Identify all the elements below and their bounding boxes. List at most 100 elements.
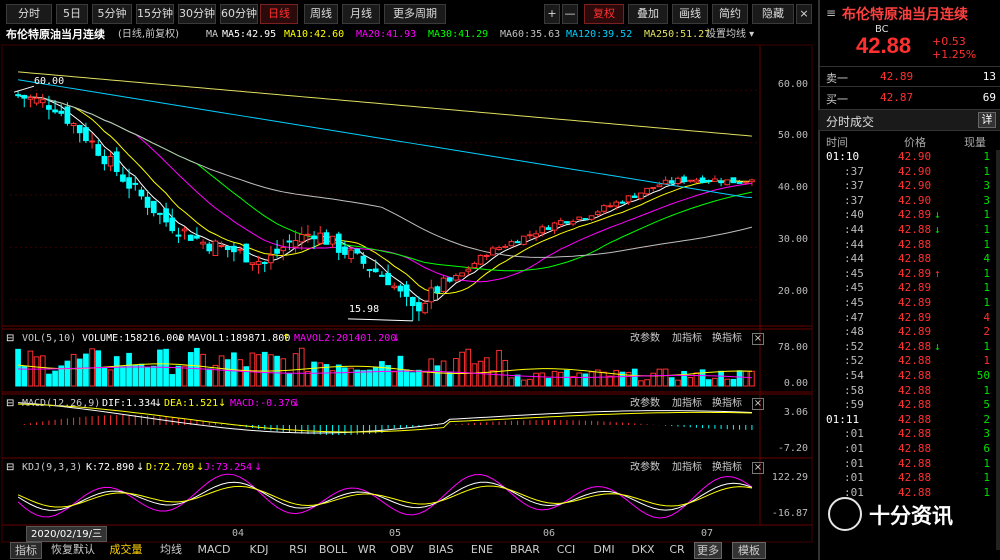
vol-edit-params-button[interactable]: 改参数 — [630, 331, 660, 347]
kdj-add-indicator-button[interactable]: 加指标 — [672, 460, 702, 476]
volume-bar — [502, 359, 509, 387]
candle-body — [638, 192, 644, 199]
indicator-tab-14[interactable]: DMI — [586, 542, 622, 559]
indicator-tab-18[interactable]: 模板 — [732, 542, 766, 559]
indicator-tab-4[interactable]: MACD — [192, 542, 236, 559]
kdj-switch-indicator-button[interactable]: 换指标 — [712, 460, 742, 476]
kdj-edit-params-button[interactable]: 改参数 — [630, 460, 660, 476]
candle-body — [490, 247, 496, 256]
indicator-tab-2[interactable]: 成交量 — [104, 542, 148, 559]
candle-body — [385, 272, 391, 286]
vol-collapse-button[interactable]: ⊟ — [6, 331, 14, 347]
volume-bar — [360, 370, 367, 387]
trade-volume: 3 — [983, 193, 990, 207]
macd-edit-params-button[interactable]: 改参数 — [630, 396, 660, 412]
indicator-tab-1[interactable]: 恢复默认 — [46, 542, 100, 559]
indicator-tab-16[interactable]: CR — [664, 542, 690, 559]
volume-bar — [280, 358, 287, 387]
vol-tick: 78.00 — [777, 342, 808, 353]
candle-body — [397, 285, 404, 292]
trade-volume: 1 — [983, 164, 990, 178]
indicator-tab-17[interactable]: 更多 — [694, 542, 722, 559]
volume-bar — [249, 352, 256, 387]
candle-body — [502, 245, 509, 249]
trade-price: 42.89 — [898, 296, 932, 309]
volume-bar — [175, 365, 182, 387]
high-pointer — [13, 85, 35, 93]
sell-volume: 13 — [982, 70, 996, 83]
indicator-tab-8[interactable]: WR — [352, 542, 382, 559]
candle-body — [243, 243, 250, 263]
trade-volume: 1 — [983, 383, 990, 397]
volume-bar — [514, 374, 521, 387]
trade-row: :44 42.88 1 — [818, 238, 1000, 253]
candle-body — [533, 233, 539, 238]
vol-name: VOL(5,10) — [22, 333, 77, 344]
candle-body — [557, 220, 564, 225]
indicator-tab-10[interactable]: BIAS — [422, 542, 460, 559]
volume-bar — [255, 354, 262, 387]
high-annotation: 60.00 — [34, 76, 65, 87]
trades-detail-button[interactable]: 详 — [978, 112, 996, 128]
trade-row: 01:10 42.90 1 — [818, 150, 1000, 165]
menu-icon[interactable]: ≡ — [826, 6, 840, 22]
time-tick: 04 — [232, 528, 245, 539]
candle-body — [527, 234, 533, 237]
macd-switch-indicator-button[interactable]: 换指标 — [712, 396, 742, 412]
vol-switch-indicator-button[interactable]: 换指标 — [712, 331, 742, 347]
trades-scrollbar[interactable] — [996, 150, 1000, 550]
candle-body — [668, 180, 675, 184]
volume-bar — [422, 371, 428, 387]
volume-bar — [15, 348, 21, 387]
candle-body — [329, 235, 336, 245]
volume-bar — [33, 356, 40, 387]
indicator-tab-11[interactable]: ENE — [464, 542, 500, 559]
indicator-tab-6[interactable]: RSI — [282, 542, 314, 559]
macd-collapse-button[interactable]: ⊟ — [6, 396, 14, 412]
macd-tick: 3.06 — [783, 407, 808, 418]
trade-price: 42.90 — [898, 179, 932, 193]
indicator-tab-0[interactable]: 指标 — [10, 542, 42, 559]
indicator-tab-12[interactable]: BRAR — [504, 542, 546, 559]
trade-price: 42.88 — [898, 471, 932, 485]
kdj-collapse-button[interactable]: ⊟ — [6, 460, 14, 476]
sell-price: 42.89 — [880, 70, 914, 83]
ma-line-250 — [18, 71, 752, 137]
indicator-tab-15[interactable]: DKX — [626, 542, 660, 559]
indicator-tab-9[interactable]: OBV — [386, 542, 418, 559]
indicator-tab-7[interactable]: BOLL — [318, 542, 348, 559]
kdj-tick: -16.87 — [771, 508, 808, 519]
kdj-j: J:73.254 — [204, 462, 253, 473]
candle-body — [366, 269, 373, 272]
candle-body — [132, 182, 139, 185]
volume-bar — [126, 352, 132, 387]
macd-dif: DIF:1.334 — [102, 398, 157, 409]
vol-add-indicator-button[interactable]: 加指标 — [672, 331, 702, 347]
macd-add-indicator-button[interactable]: 加指标 — [672, 396, 702, 412]
candle-body — [699, 177, 706, 183]
candle-body — [33, 97, 40, 104]
candle-body — [39, 99, 46, 104]
volume-bar — [366, 369, 373, 387]
indicator-tab-5[interactable]: KDJ — [240, 542, 278, 559]
volume-bar — [317, 362, 324, 387]
price-tick: 50.00 — [777, 130, 808, 141]
volume-bar — [27, 350, 34, 387]
trade-volume: 2 — [983, 325, 990, 339]
volume-bar — [742, 370, 749, 387]
trade-row: :37 42.90 3 — [818, 194, 1000, 209]
candle-body — [360, 255, 367, 264]
candle-body — [317, 232, 324, 244]
trades-col-time: 时间 — [826, 136, 848, 149]
trade-time: :44 — [844, 252, 864, 266]
indicator-tab-3[interactable]: 均线 — [154, 542, 188, 559]
volume-bar — [687, 377, 694, 387]
trade-volume: 1 — [983, 456, 990, 470]
volume-bar — [681, 370, 687, 387]
trade-time: :47 — [844, 310, 864, 324]
indicator-tab-13[interactable]: CCI — [550, 542, 582, 559]
volume-bar — [157, 349, 163, 387]
volume-bar — [76, 358, 83, 387]
volume-bar — [613, 369, 620, 387]
volume-bar — [465, 348, 472, 387]
